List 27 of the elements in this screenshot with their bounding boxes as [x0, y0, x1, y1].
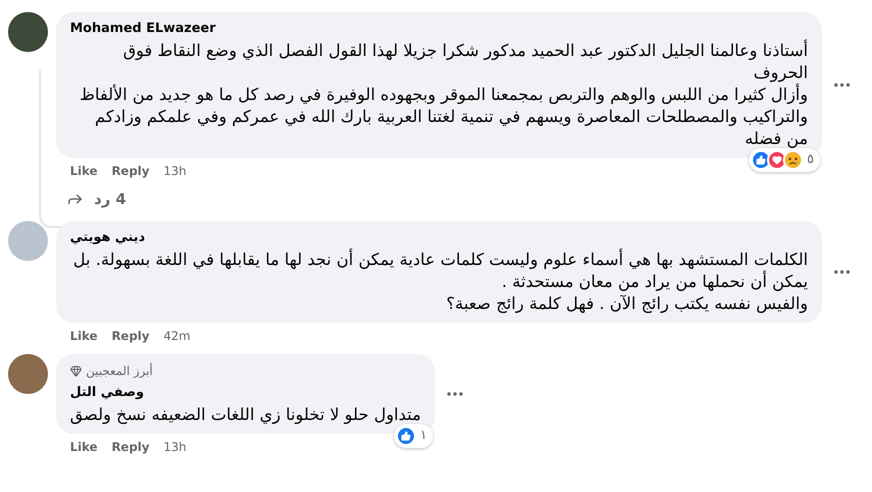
more-options-icon[interactable]: [834, 83, 850, 87]
more-options-icon[interactable]: [446, 392, 463, 396]
reply-link[interactable]: Reply: [112, 162, 150, 180]
like-link[interactable]: Like: [70, 438, 98, 456]
like-link[interactable]: Like: [70, 162, 98, 180]
reaction-summary[interactable]: ٥: [749, 148, 820, 172]
view-replies-link[interactable]: 4 رد: [56, 183, 850, 215]
comment-text: الكلمات المستشهد بها هي أسماء علوم وليست كلمات عادية يمكن أن نجد لها ما يقابلها في اللغة بسهولة. بل يمكن أن نحملها من يراد من معان مستحدثة . والفيس نفسه يكتب رائج الآن . فهل كلمة رائج صعبة؟: [72, 249, 808, 315]
top-fan-label: أبرز المعجبين: [86, 362, 153, 380]
comment-time: 13h: [163, 439, 186, 456]
avatar-icon[interactable]: [8, 354, 48, 394]
reply-link[interactable]: Reply: [112, 327, 150, 345]
more-options-icon[interactable]: [834, 270, 850, 274]
comment-text: أستاذنا وعالمنا الجليل الدكتور عبد الحميد مدكور شكرا جزيلا لهذا القول الفصل الذي وضع النقاط فوق الحروف وأزال كثيرا من اللبس والوهم والتربص بمجمعنا الموقر وبجهوده الوفيرة في رصد كل ما هو جديد من الألفاظ والتراكيب والمصطلحات المعاصرة ويسهم في تنمية لغتنا العربية بارك الله في عمركم وفي علمكم وزادكم من فضله: [78, 40, 808, 150]
reaction-count: ٥: [807, 151, 814, 170]
comment-author[interactable]: ديني هويتي: [70, 229, 808, 247]
avatar-icon[interactable]: [8, 12, 48, 52]
diamond-icon: [70, 365, 82, 377]
comment-time: 13h: [163, 163, 186, 180]
like-link[interactable]: Like: [70, 327, 98, 345]
comment-author[interactable]: وصفي التل: [70, 384, 421, 402]
reaction-count: ١: [420, 427, 427, 446]
reaction-summary[interactable]: ١: [394, 424, 433, 448]
comment-time: 42m: [163, 328, 190, 345]
comment-text: متداول حلو لا تخلونا زي اللغات الضعيفه نسخ ولصق: [70, 404, 421, 426]
reply-link[interactable]: Reply: [112, 438, 150, 456]
comment-author[interactable]: Mohamed ELwazeer: [70, 20, 808, 38]
